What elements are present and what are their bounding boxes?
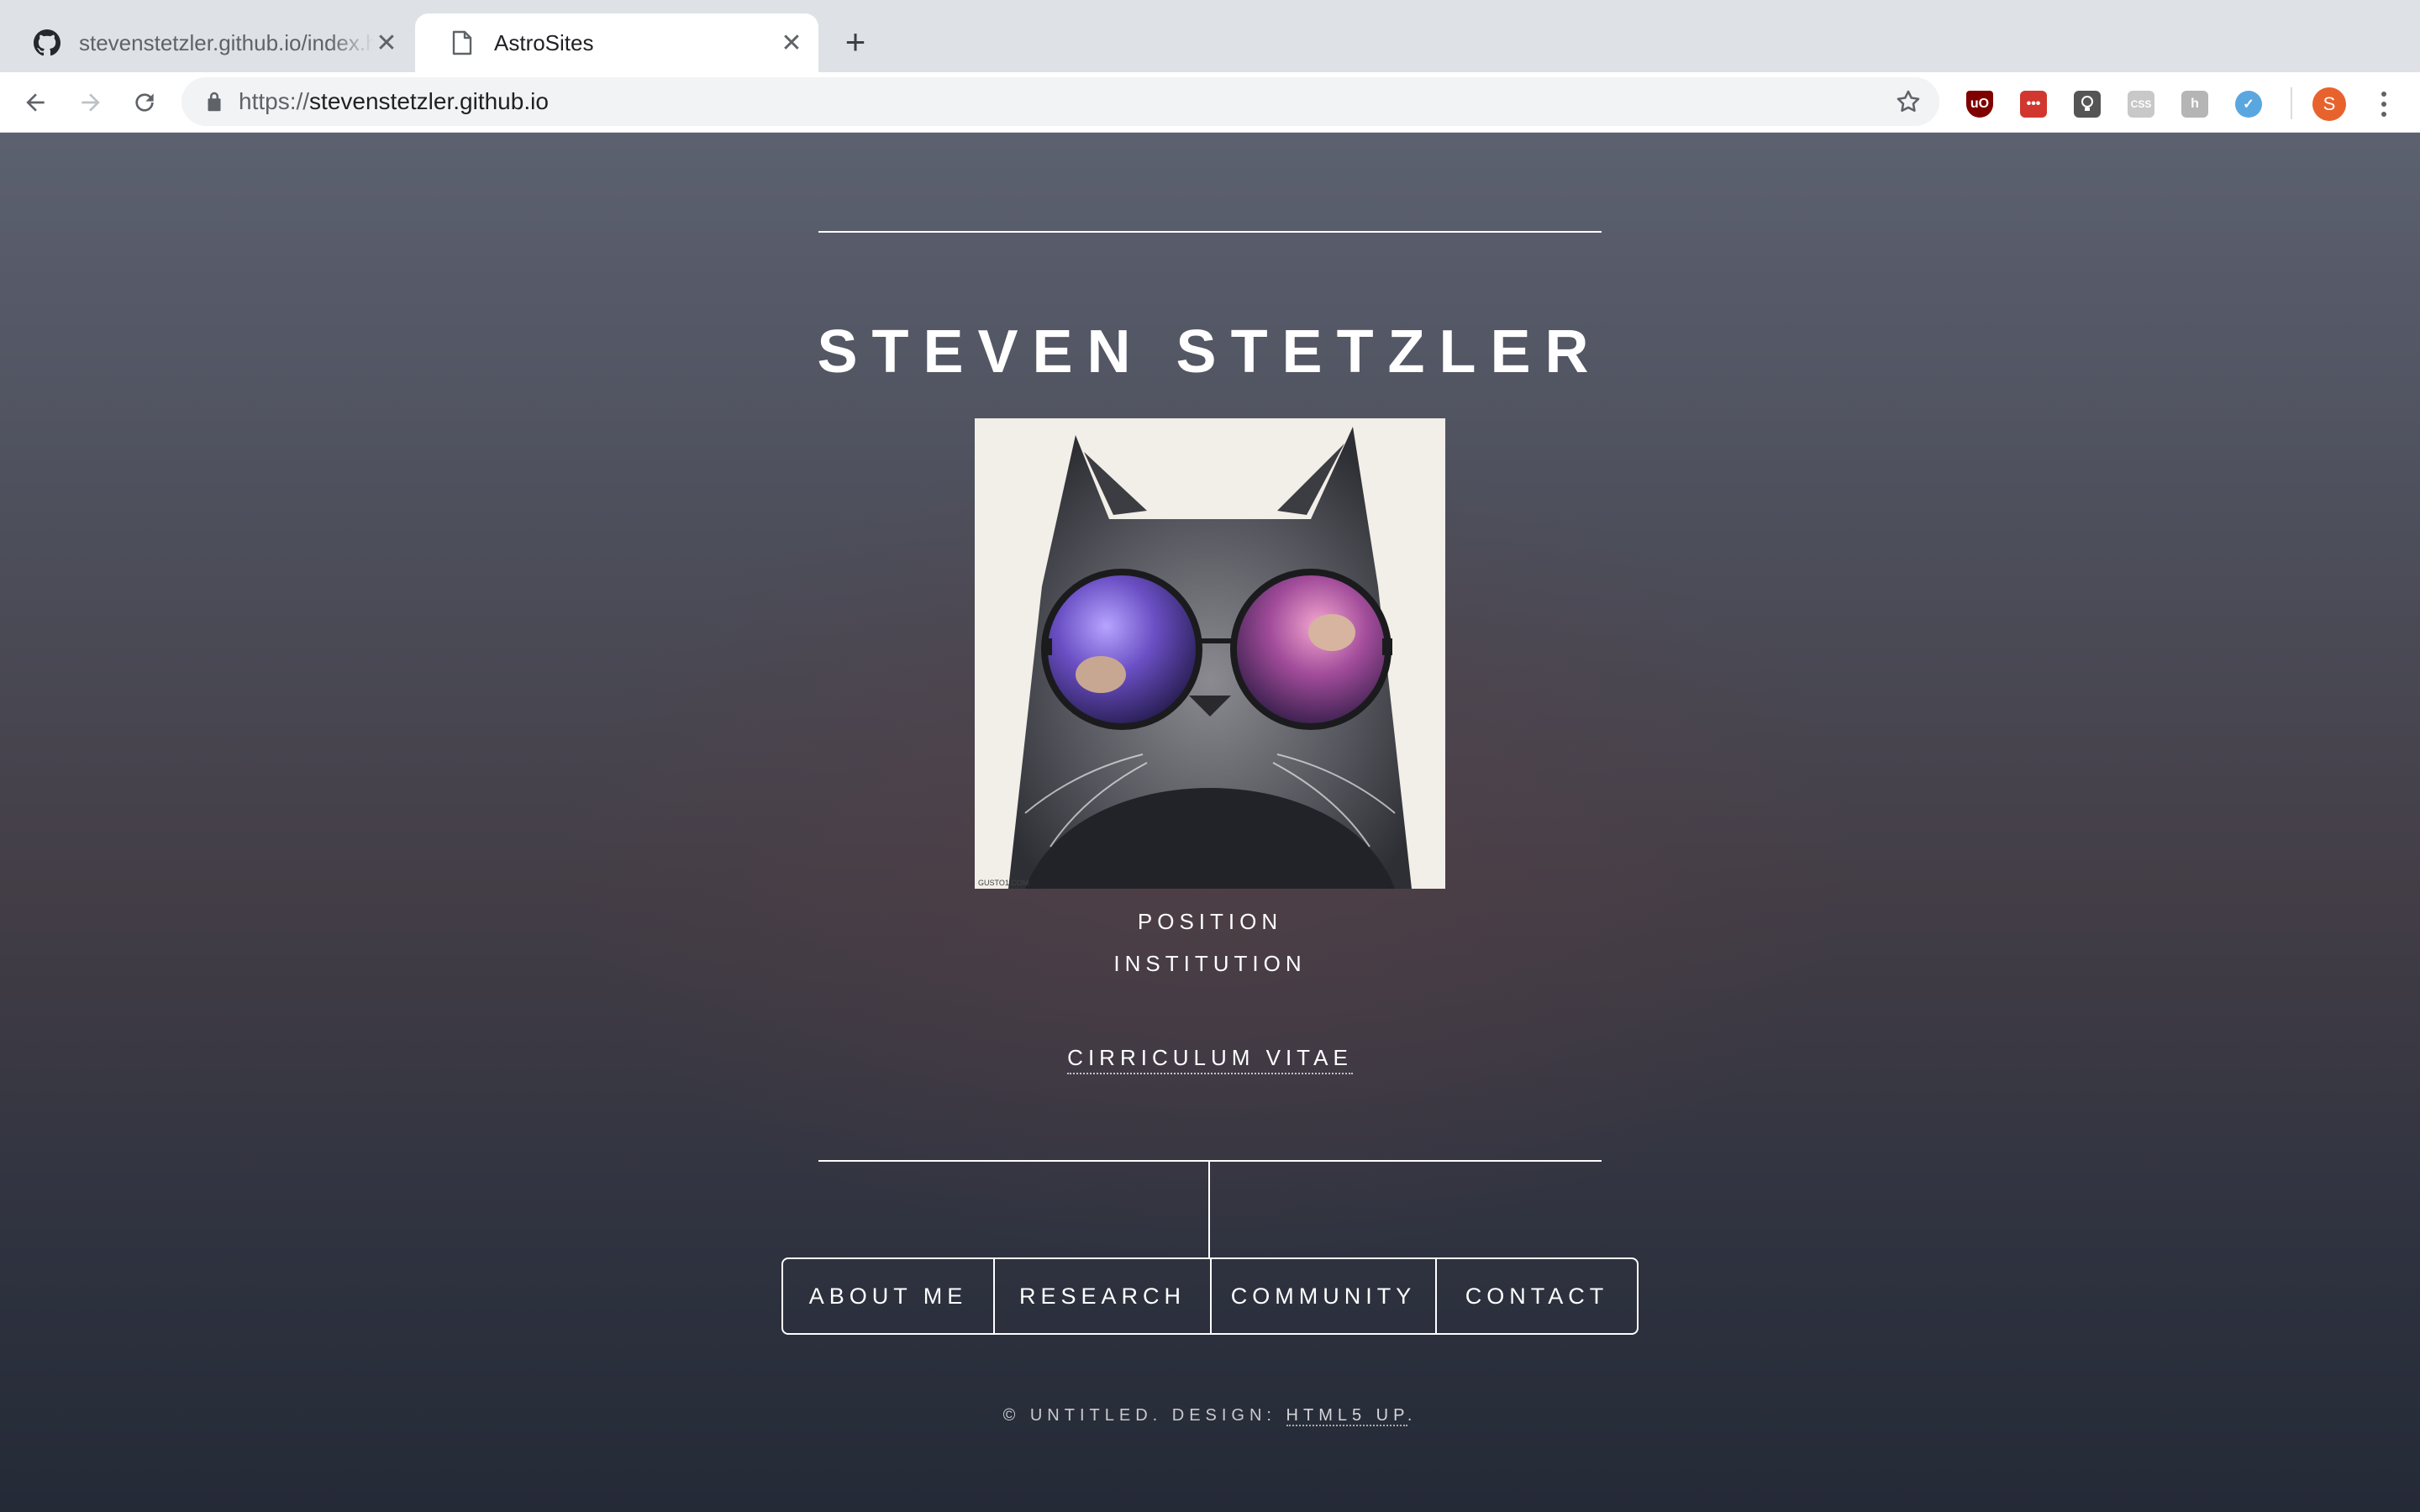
nav-about-me[interactable]: ABOUT ME	[783, 1259, 993, 1333]
nav-research[interactable]: RESEARCH	[993, 1259, 1210, 1333]
close-tab-icon[interactable]: ✕	[373, 29, 400, 57]
page-title: STEVEN STETZLER	[817, 318, 1603, 386]
browser-toolbar: https://stevenstetzler.github.io uO ••• …	[0, 72, 2420, 133]
lock-icon[interactable]	[202, 89, 227, 114]
nav-contact[interactable]: CONTACT	[1435, 1259, 1637, 1333]
css-extension-icon[interactable]: CSS	[2128, 91, 2154, 118]
menu-kebab-icon[interactable]	[2371, 87, 2396, 121]
nav-connector-line	[1208, 1160, 1210, 1257]
position-text: POSITION	[1137, 909, 1283, 934]
institution-text: INSTITUTION	[1113, 951, 1307, 976]
html5up-link[interactable]: HTML5 UP	[1286, 1406, 1407, 1426]
lastpass-extension-icon[interactable]: •••	[2020, 91, 2047, 118]
bookmark-star-icon[interactable]	[1894, 87, 1923, 116]
document-icon	[449, 29, 476, 56]
address-bar[interactable]: https://stevenstetzler.github.io	[182, 77, 1939, 126]
cv-link[interactable]: CIRRICULUM VITAE	[1067, 1045, 1353, 1074]
page-body: STEVEN STETZLER GUSTO1.COM POSITION INST…	[0, 133, 2420, 1512]
close-tab-icon[interactable]: ✕	[778, 29, 805, 57]
lightbulb-extension-icon[interactable]	[2074, 91, 2101, 118]
footer-copyright: © UNTITLED. DESIGN:	[1002, 1406, 1286, 1425]
ublock-extension-icon[interactable]: uO	[1966, 91, 1993, 118]
tab-github[interactable]: stevenstetzler.github.io/index.html ✕	[0, 13, 413, 72]
reload-icon[interactable]	[126, 84, 163, 121]
hypothesis-extension-icon[interactable]: h	[2181, 91, 2208, 118]
github-icon	[34, 29, 60, 56]
bottom-divider	[818, 1160, 1602, 1162]
url-text[interactable]: https://stevenstetzler.github.io	[239, 77, 549, 126]
url-host: stevenstetzler.github.io	[309, 88, 549, 114]
url-scheme: https://	[239, 88, 310, 114]
top-divider	[818, 231, 1602, 233]
nav-community[interactable]: COMMUNITY	[1210, 1259, 1435, 1333]
tab-astrosites[interactable]: AstroSites ✕	[415, 13, 818, 72]
forward-arrow-icon[interactable]	[72, 84, 109, 121]
main-nav: ABOUT ME RESEARCH COMMUNITY CONTACT	[781, 1257, 1639, 1335]
tab-strip: stevenstetzler.github.io/index.html ✕ As…	[0, 0, 2420, 72]
photo-caption: GUSTO1.COM	[978, 879, 1029, 887]
toolbar-separator	[2291, 87, 2292, 119]
tab-title: stevenstetzler.github.io/index.html	[79, 29, 375, 55]
tab-title: AstroSites	[494, 29, 594, 55]
profile-photo: GUSTO1.COM	[975, 418, 1445, 889]
footer-period: .	[1407, 1406, 1418, 1425]
footer: © UNTITLED. DESIGN: HTML5 UP.	[0, 1406, 2420, 1426]
back-arrow-icon[interactable]	[17, 84, 54, 121]
new-tab-button[interactable]: +	[839, 22, 872, 61]
cv-link-container: CIRRICULUM VITAE	[0, 1045, 2420, 1074]
profile-avatar[interactable]: S	[2312, 87, 2346, 121]
check-extension-icon[interactable]: ✓	[2235, 91, 2262, 118]
